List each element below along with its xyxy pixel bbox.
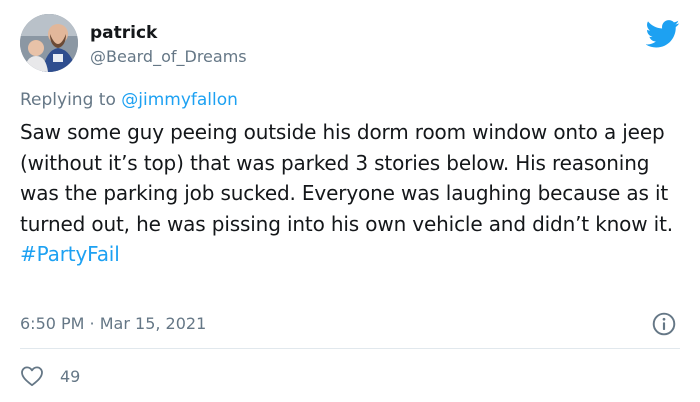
- tweet-timestamp: 6:50 PM · Mar 15, 2021: [20, 313, 206, 335]
- divider: [20, 348, 680, 349]
- heart-outline-icon: [21, 366, 43, 387]
- reply-target-link[interactable]: @jimmyfallon: [121, 90, 238, 110]
- replying-to: Replying to @jimmyfallon: [20, 88, 238, 112]
- tweet-date[interactable]: Mar 15, 2021: [100, 314, 207, 333]
- tweet-text: Saw some guy peeing outside his dorm roo…: [20, 117, 680, 270]
- author-display-name[interactable]: patrick: [90, 22, 157, 44]
- like-button[interactable]: 49: [20, 364, 80, 388]
- avatar[interactable]: [20, 14, 78, 72]
- author-handle[interactable]: @Beard_of_Dreams: [90, 46, 247, 68]
- info-circle-icon[interactable]: [651, 311, 677, 337]
- like-count: 49: [60, 366, 81, 386]
- tweet-body-text: Saw some guy peeing outside his dorm roo…: [20, 120, 673, 236]
- hashtag-link[interactable]: #PartyFail: [20, 242, 120, 266]
- meta-separator: ·: [84, 314, 100, 333]
- tweet-time[interactable]: 6:50 PM: [20, 314, 84, 333]
- replying-to-prefix: Replying to: [20, 90, 122, 110]
- twitter-bird-icon[interactable]: [646, 20, 680, 48]
- avatar-image: [20, 14, 78, 72]
- tweet-card: patrick @Beard_of_Dreams Replying to @ji…: [0, 0, 700, 402]
